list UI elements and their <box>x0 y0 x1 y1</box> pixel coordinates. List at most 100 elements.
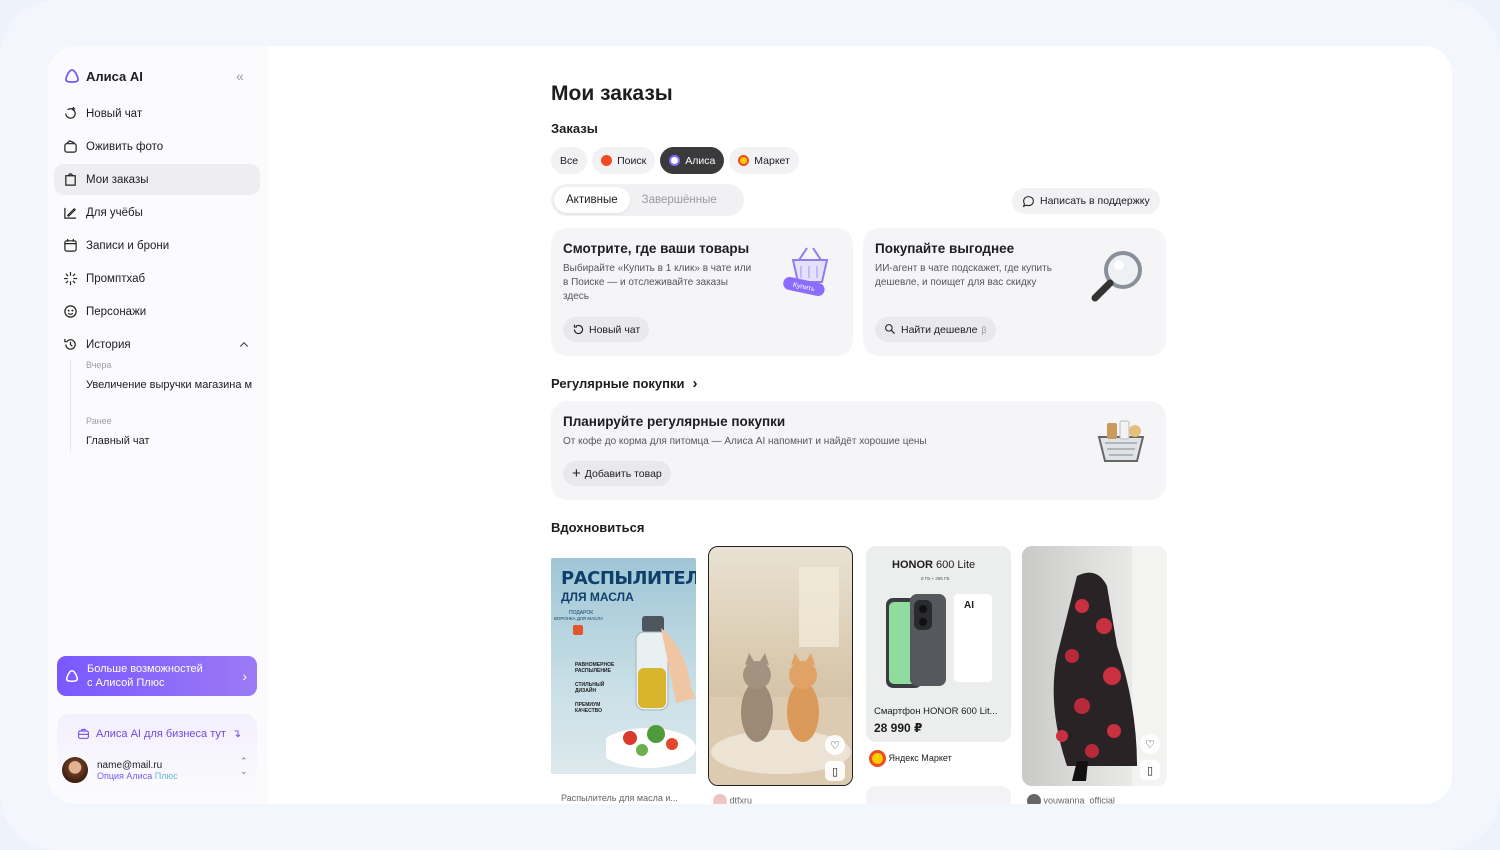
chevron-right-icon: › <box>692 375 698 392</box>
status-tabs: Активные Завершённые <box>551 184 744 216</box>
sidebar-item-label: Мои заказы <box>86 173 149 186</box>
next-card-preview <box>866 786 1011 804</box>
feed-card-cats[interactable]: ♡ ▯ <box>708 546 853 786</box>
card-title: Смотрите, где ваши товары <box>563 241 750 256</box>
orders-icon <box>65 173 76 186</box>
business-link[interactable]: Алиса AI для бизнеса тут ↴ <box>77 727 241 740</box>
phone-specs: 8 ГБ + 256 ГБ <box>921 576 950 581</box>
plus-icon: + <box>572 464 581 482</box>
sidebar-item-my-orders[interactable]: Мои заказы <box>54 164 260 195</box>
gift-icon <box>573 625 583 635</box>
beta-badge: β <box>981 324 987 335</box>
sidebar-item-history[interactable]: История <box>54 329 260 360</box>
user-subscription-plus: Плюс <box>154 770 178 781</box>
arrow-down-icon: ↴ <box>231 728 242 740</box>
sidebar-item-characters[interactable]: Персонажи <box>54 296 260 327</box>
ai-badge: AI <box>964 600 974 611</box>
yandex-search-icon <box>601 155 613 166</box>
like-icon[interactable]: ♡ <box>1140 734 1160 754</box>
sidebar: Алиса AI « Новый чат Оживить фото Мои за… <box>48 46 268 804</box>
feed-card-honor-phone[interactable]: HONOR 600 Lite 8 ГБ + 256 ГБ AI Смартфон… <box>866 546 1011 742</box>
briefcase-icon <box>78 728 89 739</box>
history-list: Вчера Увеличение выручки магазина м Ране… <box>70 360 260 452</box>
alice-logo-icon <box>65 669 79 683</box>
sidebar-nav: Новый чат Оживить фото Мои заказы Для уч… <box>54 98 260 362</box>
calendar-icon <box>64 238 77 252</box>
brand-name: Алиса AI <box>86 68 143 84</box>
phone-brand-line: HONOR 600 Lite <box>892 559 975 571</box>
new-chat-icon <box>65 106 76 119</box>
sidebar-item-label: История <box>86 338 131 351</box>
history-item[interactable]: Главный чат <box>86 430 260 452</box>
sidebar-item-animate-photo[interactable]: Оживить фото <box>54 131 260 162</box>
brand[interactable]: Алиса AI <box>64 68 143 84</box>
feed-card-author[interactable]: dtfxru <box>713 794 752 804</box>
filter-all[interactable]: Все <box>551 147 588 174</box>
feed-card-caption[interactable]: Распылитель для масла и... <box>561 793 678 803</box>
chat-bubble-icon <box>1022 195 1034 207</box>
sidebar-item-study[interactable]: Для учёбы <box>54 197 260 228</box>
sidebar-item-bookings[interactable]: Записи и брони <box>54 230 260 261</box>
product-price: 28 990 ₽ <box>874 721 923 735</box>
feed-card-oil-sprayer[interactable]: РАСПЫЛИТЕЛЬ ДЛЯ МАСЛА ПОДАРОК ВОРОНКА ДЛ… <box>551 558 696 774</box>
source-filters: Все Поиск Алиса Маркет <box>551 147 799 174</box>
add-item-button[interactable]: + Добавить товар <box>563 461 671 486</box>
sidebar-item-new-chat[interactable]: Новый чат <box>54 98 260 129</box>
plus-banner-line2: с Алисой Плюс <box>87 677 165 689</box>
new-chat-button[interactable]: Новый чат <box>563 317 650 342</box>
filter-alice[interactable]: Алиса <box>660 147 725 174</box>
support-button[interactable]: Написать в поддержку <box>1012 188 1160 214</box>
history-icon <box>64 338 76 350</box>
bookmark-icon[interactable]: ▯ <box>825 761 845 781</box>
filter-market[interactable]: Маркет <box>729 147 799 174</box>
alice-plus-banner[interactable]: Больше возможностей с Алисой Плюс › <box>57 656 257 696</box>
gift-label-detail: ВОРОНКА ДЛЯ МАСЛА <box>554 616 604 621</box>
history-item[interactable]: Увеличение выручки магазина м <box>86 374 260 396</box>
filter-label: Поиск <box>617 154 647 167</box>
history-group-label: Вчера <box>86 360 112 370</box>
animate-photo-icon <box>64 140 77 153</box>
find-cheaper-button[interactable]: Найти дешевле β <box>875 317 996 342</box>
characters-icon <box>64 305 77 318</box>
feed-card-dress[interactable]: ♡ ▯ <box>1022 546 1167 786</box>
study-icon <box>64 207 77 219</box>
market-icon <box>869 750 886 767</box>
product-name: Смартфон HONOR 600 Lit... <box>874 706 998 717</box>
sidebar-item-label: Промптхаб <box>86 272 146 285</box>
feed-card-author[interactable]: youwanna_official <box>1027 794 1115 804</box>
chevron-up-icon[interactable] <box>238 339 250 351</box>
card-text: Выбирайте «Купить в 1 клик» в чате или в… <box>563 262 751 304</box>
card-text-line: в Поиске — и отслеживайте заказы <box>563 277 728 288</box>
chevron-up-down-icon[interactable]: ⌃ ⌄ <box>240 756 248 776</box>
author-avatar <box>1027 794 1041 804</box>
inspiration-heading: Вдохновиться <box>551 520 644 535</box>
alice-logo-icon <box>65 69 79 83</box>
regular-purchases-heading[interactable]: Регулярные покупки › <box>551 375 698 392</box>
phone-model: 600 Lite <box>932 559 976 571</box>
tab-completed[interactable]: Завершённые <box>630 187 729 213</box>
outer-frame: Алиса AI « Новый чат Оживить фото Мои за… <box>0 0 1500 850</box>
tab-active[interactable]: Активные <box>554 187 630 213</box>
section-title: Регулярные покупки <box>551 376 685 391</box>
card-title: Покупайте выгоднее <box>875 241 1015 256</box>
phone-illustration <box>886 594 992 688</box>
user-profile[interactable]: name@mail.ru Опция Алиса Плюс <box>61 756 178 784</box>
bookmark-icon[interactable]: ▯ <box>1140 760 1160 780</box>
card-text-line: дешевле, и поищет для вас скидку <box>875 277 1037 288</box>
sidebar-item-label: Новый чат <box>86 107 143 120</box>
collapse-sidebar-icon[interactable]: « <box>236 68 244 84</box>
sidebar-item-label: Оживить фото <box>86 140 164 153</box>
sparkle-icon <box>63 271 78 286</box>
phone-brand: HONOR <box>892 559 933 571</box>
grocery-basket-illustration <box>1097 420 1145 462</box>
like-icon[interactable]: ♡ <box>825 735 845 755</box>
author-name: youwanna_official <box>1043 795 1115 804</box>
magnifier-illustration <box>1091 251 1142 302</box>
button-label: Найти дешевле <box>901 323 978 336</box>
filter-search[interactable]: Поиск <box>592 147 656 174</box>
plus-banner-line1: Больше возможностей <box>87 663 203 675</box>
card-text: От кофе до корма для питомца — Алиса AI … <box>563 436 927 447</box>
sidebar-item-prompthub[interactable]: Промптхаб <box>54 263 260 294</box>
card-text-line: Выбирайте «Купить в 1 клик» в чате или <box>563 263 752 274</box>
store-label[interactable]: Яндекс Маркет <box>869 750 952 767</box>
